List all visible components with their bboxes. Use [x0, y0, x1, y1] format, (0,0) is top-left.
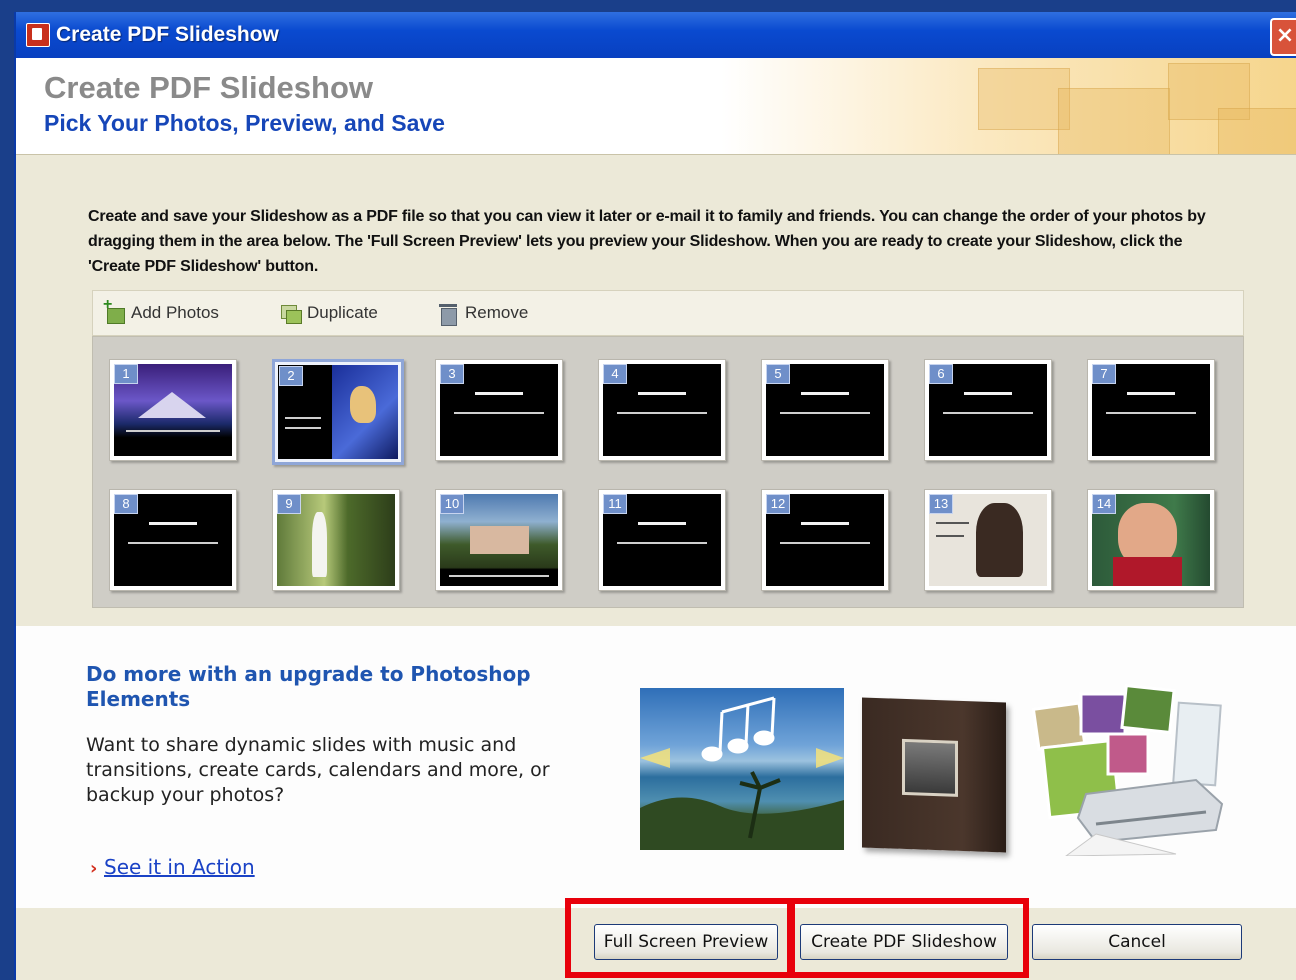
slide-number-badge: 14 — [1092, 494, 1116, 514]
instructions-text: Create and save your Slideshow as a PDF … — [88, 208, 1206, 275]
slide-number-badge: 2 — [279, 366, 303, 386]
create-pdf-slideshow-button[interactable]: Create PDF Slideshow — [800, 924, 1008, 960]
close-button[interactable]: × — [1270, 18, 1296, 56]
slide-thumbnail-8[interactable]: 8 — [109, 489, 237, 591]
slide-thumbnail-4[interactable]: 4 — [598, 359, 726, 461]
slide-thumbnail-9[interactable]: 9 — [272, 489, 400, 591]
slide-number-badge: 10 — [440, 494, 464, 514]
link-arrow-icon: › — [90, 858, 98, 879]
photo-book-image — [862, 697, 1006, 853]
duplicate-label: Duplicate — [307, 303, 378, 322]
slide-thumbnail-14[interactable]: 14 — [1087, 489, 1215, 591]
window-title: Create PDF Slideshow — [56, 23, 279, 46]
printer-image — [1026, 683, 1226, 857]
slide-number-badge: 8 — [114, 494, 138, 514]
slide-thumbnail-6[interactable]: 6 — [924, 359, 1052, 461]
upgrade-panel: Do more with an upgrade to Photoshop Ele… — [16, 626, 1296, 908]
add-photos-button[interactable]: Add Photos — [103, 296, 219, 327]
dialog-header: Create PDF Slideshow Pick Your Photos, P… — [16, 58, 1296, 155]
upgrade-body: Want to share dynamic slides with music … — [86, 734, 550, 806]
header-subtitle: Pick Your Photos, Preview, and Save — [44, 110, 445, 136]
photo-toolbar: Add Photos Duplicate Remove — [92, 290, 1244, 336]
title-bar[interactable]: Create PDF Slideshow × — [16, 12, 1296, 58]
music-slideshow-image — [640, 688, 844, 850]
slide-thumbnail-area[interactable]: 1 2 3 4 5 6 7 8 9 10 11 12 13 14 — [92, 336, 1244, 608]
slide-thumbnail-11[interactable]: 11 — [598, 489, 726, 591]
slide-number-badge: 11 — [603, 494, 627, 514]
add-photos-icon — [103, 296, 125, 324]
slide-thumbnail-1[interactable]: 1 — [109, 359, 237, 461]
slide-number-badge: 7 — [1092, 364, 1116, 384]
slide-thumbnail-2[interactable]: 2 — [272, 359, 404, 465]
pdf-app-icon — [26, 23, 50, 47]
slide-number-badge: 12 — [766, 494, 790, 514]
slide-number-badge: 4 — [603, 364, 627, 384]
remove-button[interactable]: Remove — [437, 299, 528, 327]
slide-thumbnail-12[interactable]: 12 — [761, 489, 889, 591]
trash-icon — [437, 302, 459, 326]
slide-number-badge: 1 — [114, 364, 138, 384]
slide-number-badge: 6 — [929, 364, 953, 384]
cancel-button[interactable]: Cancel — [1032, 924, 1242, 960]
duplicate-button[interactable]: Duplicate — [279, 299, 378, 327]
upgrade-title: Do more with an upgrade to Photoshop Ele… — [86, 662, 531, 711]
slide-number-badge: 13 — [929, 494, 953, 514]
duplicate-icon — [279, 302, 302, 324]
button-bar: Full Screen Preview Create PDF Slideshow… — [16, 898, 1296, 980]
add-photos-label: Add Photos — [131, 303, 219, 322]
slide-thumbnail-10[interactable]: 10 — [435, 489, 563, 591]
remove-label: Remove — [465, 303, 529, 322]
header-decoration — [938, 58, 1296, 154]
slide-number-badge: 3 — [440, 364, 464, 384]
slide-thumbnail-7[interactable]: 7 — [1087, 359, 1215, 461]
slide-thumbnail-13[interactable]: 13 — [924, 489, 1052, 591]
see-it-in-action-link[interactable]: See it in Action — [104, 855, 255, 879]
full-screen-preview-button[interactable]: Full Screen Preview — [594, 924, 778, 960]
slide-number-badge: 9 — [277, 494, 301, 514]
slide-thumbnail-5[interactable]: 5 — [761, 359, 889, 461]
slide-thumbnail-3[interactable]: 3 — [435, 359, 563, 461]
header-title: Create PDF Slideshow — [44, 70, 374, 105]
dialog-window: Create PDF Slideshow × Create PDF Slides… — [14, 12, 1296, 980]
slide-number-badge: 5 — [766, 364, 790, 384]
